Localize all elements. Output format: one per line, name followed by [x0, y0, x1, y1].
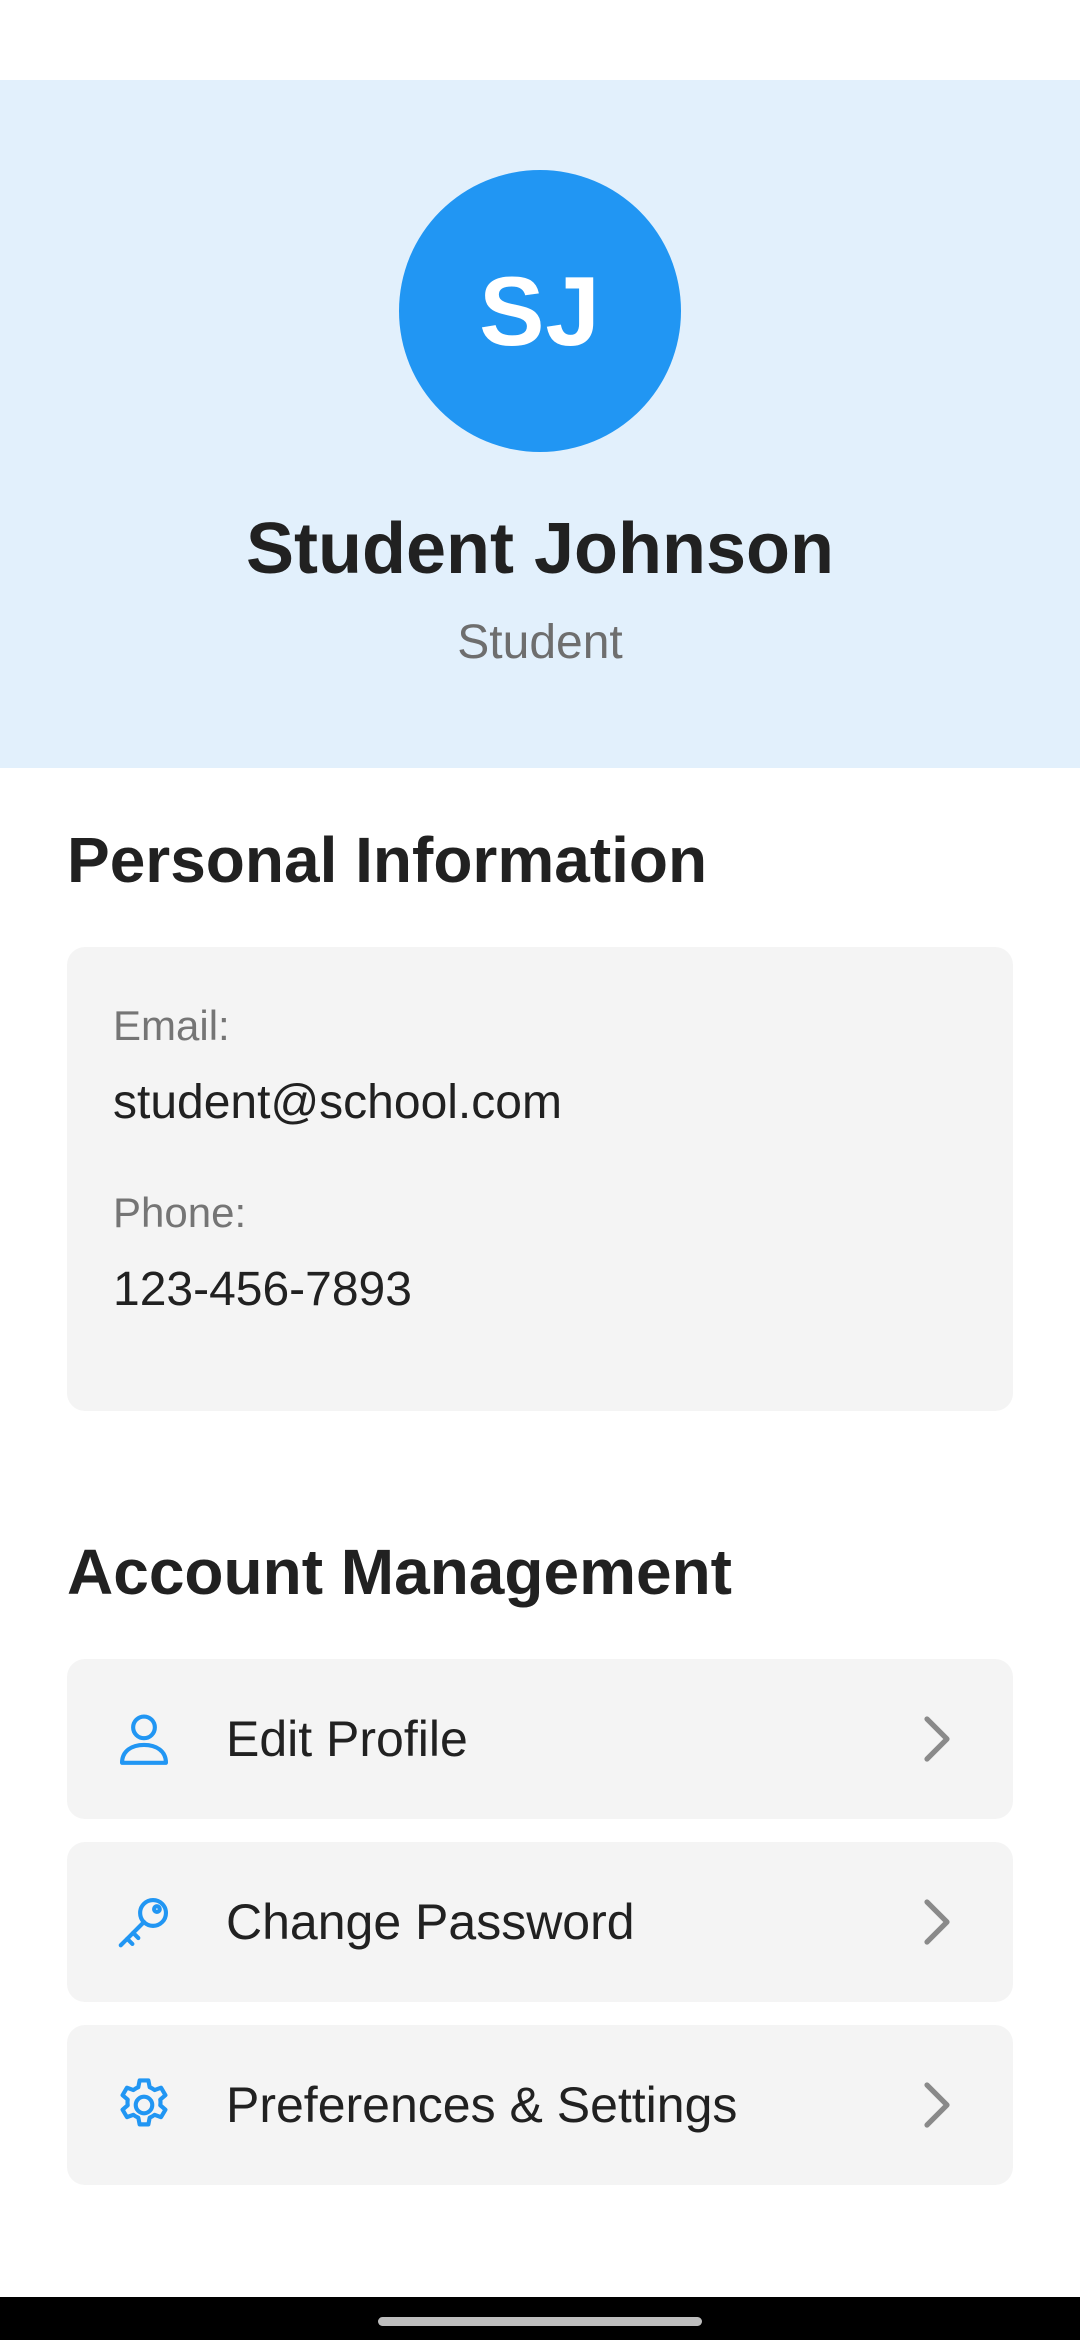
profile-name: Student Johnson [246, 509, 834, 589]
preferences-settings-label: Preferences & Settings [226, 2077, 738, 2133]
chevron-right-icon [917, 1896, 957, 1948]
change-password-button[interactable]: Change Password [67, 1842, 1013, 2002]
account-management-title: Account Management [67, 1536, 732, 1608]
phone-label: Phone: [113, 1189, 247, 1236]
edit-profile-label: Edit Profile [226, 1711, 468, 1767]
gear-icon [113, 2074, 175, 2136]
phone-value: 123-456-7893 [113, 1263, 412, 1316]
chevron-right-icon [917, 2079, 957, 2131]
personal-information-title: Personal Information [67, 824, 708, 896]
home-gesture-handle[interactable] [378, 2317, 702, 2326]
avatar: SJ [399, 170, 681, 452]
personal-info-card: Email: student@school.com Phone: 123-456… [67, 947, 1013, 1411]
status-bar [0, 0, 1080, 80]
person-icon [113, 1708, 175, 1770]
profile-header: SJ Student Johnson Student [0, 80, 1080, 768]
edit-profile-button[interactable]: Edit Profile [67, 1659, 1013, 1819]
email-label: Email: [113, 1002, 230, 1049]
email-value: student@school.com [113, 1076, 562, 1129]
system-navigation-bar [0, 2297, 1080, 2340]
change-password-label: Change Password [226, 1894, 635, 1950]
chevron-right-icon [917, 1713, 957, 1765]
key-icon [113, 1891, 175, 1953]
preferences-settings-button[interactable]: Preferences & Settings [67, 2025, 1013, 2185]
avatar-initials: SJ [479, 255, 601, 366]
profile-role: Student [457, 616, 623, 669]
